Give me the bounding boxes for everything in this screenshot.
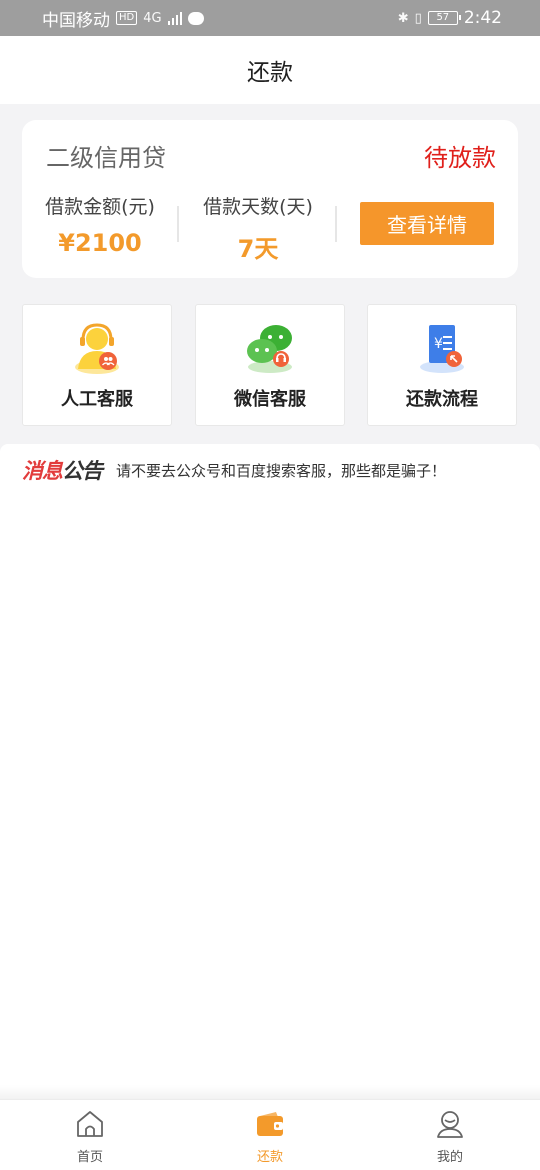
notice-text: 请不要去公众号和百度搜索客服，那些都是骗子！ — [116, 461, 447, 480]
battery-icon: 57 — [427, 11, 461, 25]
hd-icon: HD — [116, 11, 138, 25]
home-icon — [77, 1111, 103, 1137]
notice-logo-part1: 消息 — [22, 459, 63, 483]
loan-amount-label: 借款金额(元) — [45, 196, 155, 218]
wechat-icon — [243, 321, 297, 375]
profile-icon — [437, 1111, 463, 1138]
service-label: 微信客服 — [234, 389, 306, 410]
tabbar-shadow — [0, 1085, 540, 1099]
headset-agent-icon — [70, 321, 124, 375]
loan-amount-value: ¥2100 — [58, 229, 142, 257]
bottom-tab-bar: 首页 还款 我的 — [0, 1099, 540, 1170]
service-label: 还款流程 — [406, 389, 478, 410]
bluetooth-icon: ✱ — [397, 10, 409, 26]
status-bar: 中国移动 HD 4G ✱ ▯ 57 2:42 — [0, 0, 540, 36]
service-row: 人工客服 微信客服 ¥ 还款流程 — [22, 304, 518, 426]
main-content: 二级信用贷 待放款 借款金额(元) ¥2100 借款天数(天) 7天 查看详情 — [0, 104, 540, 496]
tab-label: 我的 — [436, 1150, 463, 1165]
notice-bar[interactable]: 消息公告 请不要去公众号和百度搜索客服，那些都是骗子！ — [0, 444, 540, 496]
loan-days: 借款天数(天) 7天 — [196, 192, 320, 264]
tab-profile[interactable]: 我的 — [360, 1100, 540, 1170]
tab-label: 首页 — [76, 1150, 103, 1165]
tab-home[interactable]: 首页 — [0, 1100, 180, 1170]
loan-days-label: 借款天数(天) — [203, 196, 313, 218]
service-repayment-process[interactable]: ¥ 还款流程 — [367, 304, 517, 426]
loan-days-value: 7天 — [237, 235, 279, 263]
notice-logo: 消息公告 — [22, 455, 103, 485]
tab-repayment[interactable]: 还款 — [180, 1100, 360, 1170]
repayment-doc-icon: ¥ — [415, 321, 469, 375]
divider — [335, 206, 337, 242]
loan-status: 待放款 — [424, 144, 496, 172]
carrier-name: 中国移动 — [42, 10, 110, 31]
loan-card: 二级信用贷 待放款 借款金额(元) ¥2100 借款天数(天) 7天 查看详情 — [22, 120, 518, 278]
tab-label: 还款 — [256, 1150, 283, 1165]
page-header: 还款 — [0, 36, 540, 104]
clock: 2:42 — [463, 8, 502, 28]
wallet-icon — [257, 1112, 283, 1136]
loan-amount: 借款金额(元) ¥2100 — [38, 192, 162, 257]
loan-product-name: 二级信用贷 — [46, 144, 166, 172]
service-manual-support[interactable]: 人工客服 — [22, 304, 172, 426]
message-icon — [187, 11, 204, 25]
signal-icon — [167, 11, 182, 25]
service-label: 人工客服 — [61, 389, 133, 410]
page-title: 还款 — [247, 60, 293, 86]
divider — [177, 206, 179, 242]
svg-text:¥: ¥ — [434, 336, 443, 352]
network-type: 4G — [143, 10, 162, 26]
view-details-button[interactable]: 查看详情 — [360, 202, 494, 245]
notice-logo-part2: 公告 — [62, 459, 103, 483]
service-wechat-support[interactable]: 微信客服 — [195, 304, 345, 426]
vibrate-icon: ▯ — [414, 10, 422, 26]
